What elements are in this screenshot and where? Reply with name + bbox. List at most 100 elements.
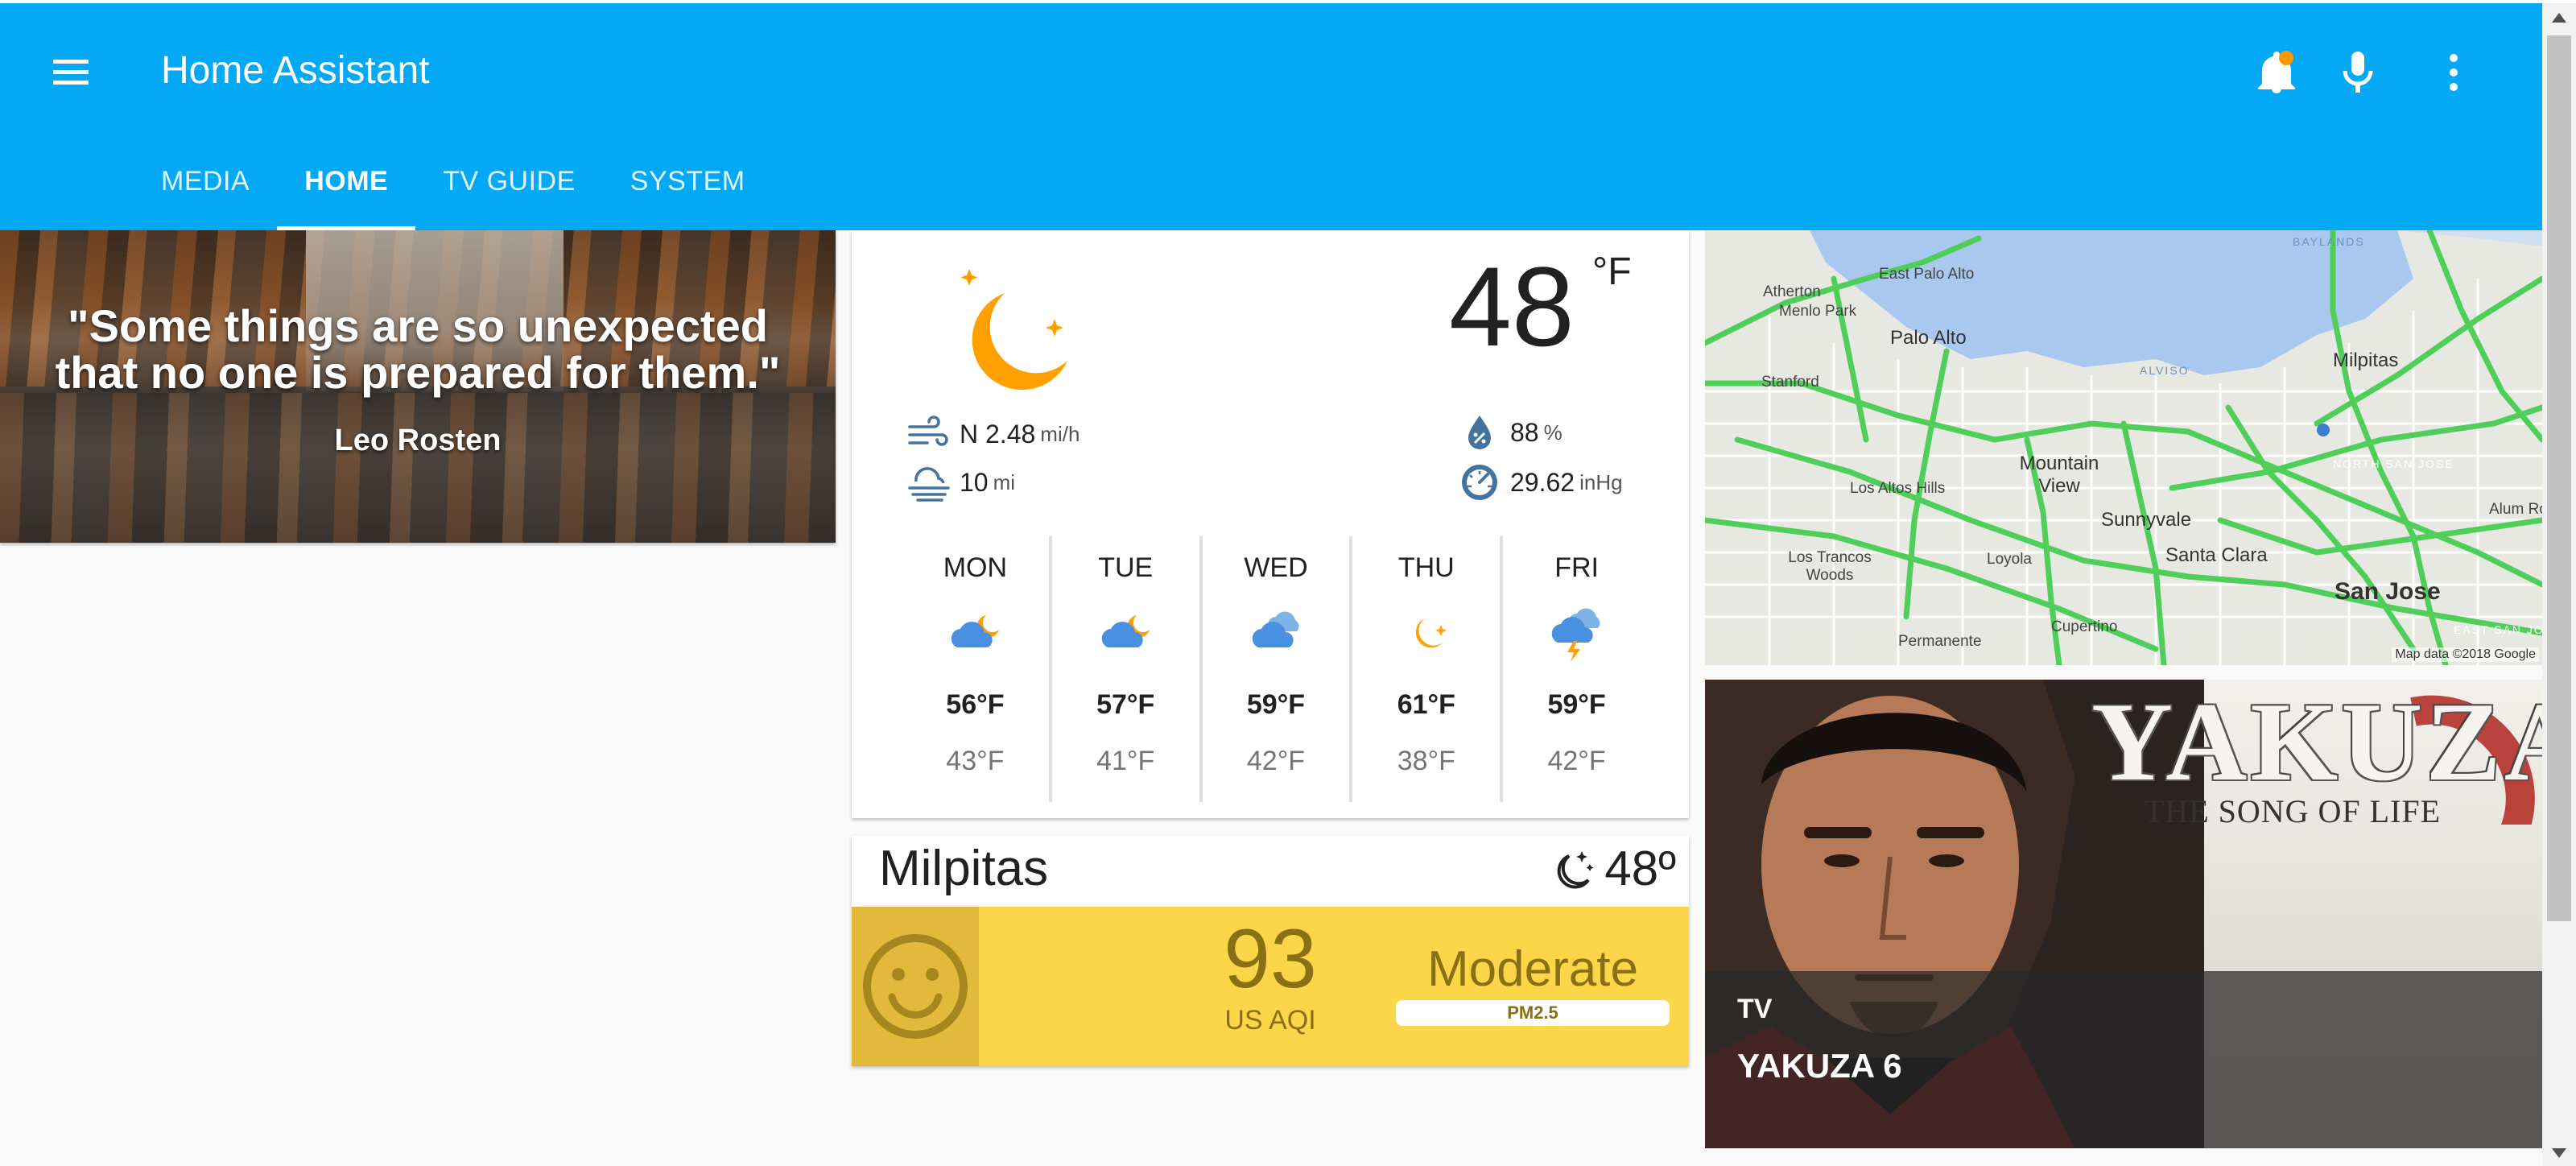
pressure-value: 29.62 [1510,467,1575,497]
map-label: Santa Clara [2165,544,2268,566]
forecast-day: THU 61°F 38°F [1352,536,1504,802]
microphone-icon [2343,52,2373,93]
map-label: Mountain View [2019,453,2099,497]
forecast-high: 61°F [1397,689,1455,720]
forecast-low: 43°F [946,746,1005,776]
current-temperature: 48 [1449,243,1575,370]
map-label: EAST SAN JO [2454,623,2542,636]
forecast-day-label: MON [943,552,1008,583]
forecast-high: 56°F [946,689,1005,720]
forecast-day: WED 59°F 42°F [1203,536,1353,802]
pressure-unit: inHg [1579,469,1623,494]
notification-badge [2279,51,2293,65]
view-tabs: MEDIA HOME TV GUIDE SYSTEM [161,132,800,230]
lake-reflection-image [0,392,836,543]
forecast-high: 59°F [1246,689,1306,720]
aqi-temperature: 48º [1550,841,1676,897]
partly-cloudy-night-icon [952,615,1000,647]
pressure-attribute: 29.62 inHg [1457,461,1623,504]
map-label: San Jose [2334,578,2441,605]
tab-media[interactable]: MEDIA [134,132,277,230]
tab-tv-guide[interactable]: TV GUIDE [415,132,603,230]
visibility-unit: mi [993,469,1016,494]
more-vert-icon [2450,54,2458,91]
temperature-unit: °F [1592,250,1632,293]
media-subtitle: THE SONG OF LIFE [2144,793,2442,829]
map-label: Los Altos Hills [1850,480,1946,497]
forecast-high: 59°F [1547,689,1606,720]
bell-icon [2258,51,2295,93]
thunderstorm-icon [1551,608,1600,662]
media-player-card[interactable]: YAKUZA THE SONG OF LIFE TV YAKUZA 6 [1705,680,2542,1148]
menu-button[interactable] [50,50,95,95]
page-scrollbar[interactable] [2542,3,2576,1166]
forecast-day: MON 56°F 43°F [902,536,1052,802]
night-clear-moon-icon [960,269,1067,391]
wind-icon [908,416,948,446]
app-title: Home Assistant [161,49,430,92]
partly-cloudy-night-icon [1101,615,1150,647]
humidity-unit: % [1543,420,1563,444]
media-title: YAKUZA 6 [1737,1047,1902,1085]
forecast-low: 41°F [1096,746,1155,776]
media-info-overlay: TV YAKUZA 6 [1705,971,2542,1148]
forecast-day-label: FRI [1554,552,1599,583]
aqi-pollutant: PM2.5 [1396,1000,1670,1026]
map-label: Atherton [1763,283,1821,300]
forecast-day-label: TUE [1098,552,1154,583]
forecast-day-label: THU [1397,552,1455,583]
map-label: BAYLANDS [2293,235,2365,248]
map-label: Permanente [1898,633,1982,650]
map-label: Stanford [1761,374,1819,391]
gauge-icon [1462,465,1497,500]
forecast-high: 57°F [1096,689,1155,720]
map-label: Sunnyvale [2101,509,2192,531]
map-label: Palo Alto [1890,327,1967,349]
voice-button[interactable] [2329,43,2387,101]
location-dot [2317,424,2330,436]
aqi-temperature-value: 48º [1604,841,1676,895]
map-label: Alum Rock [2489,501,2542,518]
humidity-value: 88 [1510,417,1539,447]
quote-text: "Some things are so unexpected that no o… [55,300,781,398]
wind-unit: mi/h [1040,421,1080,446]
map-label: Menlo Park [1779,303,1857,320]
aqi-value: 93 [1224,912,1317,1006]
forecast-day: TUE 57°F 41°F [1052,536,1203,802]
scroll-thumb[interactable] [2547,35,2571,921]
forecast-low: 42°F [1547,746,1606,776]
forecast-low: 38°F [1397,746,1455,776]
weather-card[interactable]: 48 °F N 2.48 mi/h 10 mi 88% 29.62 inHg MON [852,230,1689,818]
quote-author: Leo Rosten [334,424,502,457]
fog-icon [908,467,950,502]
traffic-map[interactable]: Palo Alto East Palo Alto Atherton Menlo … [1705,230,2542,665]
tab-system[interactable]: SYSTEM [603,132,773,230]
notifications-button[interactable] [2248,43,2306,101]
smiley-face-icon [863,934,968,1039]
night-moon-stars-icon [1558,851,1594,889]
map-label: Milpitas [2333,349,2399,371]
map-label: Loyola [1987,551,2032,568]
aqi-label: US AQI [1224,1005,1316,1036]
visibility-value: 10 [960,467,989,497]
forecast-day: FRI 59°F 42°F [1503,536,1650,802]
aqi-city: Milpitas [879,841,1049,896]
map-attribution: Map data ©2018 Google [2392,647,2539,662]
map-label: ALVISO [2140,364,2190,377]
clear-night-icon [1415,618,1447,648]
scroll-down-arrow-icon[interactable] [2552,1148,2566,1158]
wind-value: N 2.48 [960,419,1036,449]
forecast-low: 42°F [1246,746,1306,776]
aqi-face-box [852,907,979,1066]
aqi-level: Moderate [1427,941,1638,997]
visibility-attribute: 10 mi [906,462,1015,502]
scroll-up-arrow-icon[interactable] [2552,13,2566,23]
media-type: TV [1737,994,1773,1024]
water-percent-icon [1468,416,1491,449]
map-label: Los Trancos Woods [1788,549,1872,584]
air-quality-card[interactable]: Milpitas 48º 93 US AQI Moderate PM2.5 [852,836,1689,1066]
more-options-button[interactable] [2425,43,2483,101]
wind-attribute: N 2.48 mi/h [906,414,1080,454]
tab-home[interactable]: HOME [277,132,416,230]
forecast-day-label: WED [1244,552,1308,583]
